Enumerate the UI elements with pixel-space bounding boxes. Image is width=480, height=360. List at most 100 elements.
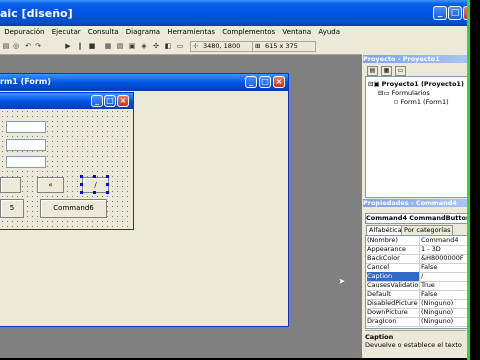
properties-icon[interactable]: ▤ <box>116 42 124 50</box>
main-window: aic [diseño] _ □ Depuración Ejecutar Con… <box>0 0 468 358</box>
maximize-button[interactable]: □ <box>448 6 462 20</box>
window-title: aic [diseño] <box>0 7 73 20</box>
properties-title: Propiedades - Command4 <box>363 199 468 207</box>
property-value[interactable]: (Ninguno) <box>421 308 467 317</box>
property-value[interactable]: False <box>421 290 467 299</box>
form1-maximize-button[interactable]: □ <box>104 95 116 107</box>
command5-button[interactable]: 5 <box>0 199 24 218</box>
form-designer-title-bar[interactable]: rm1 (Form) _ □ × <box>0 74 288 91</box>
stop-icon[interactable]: ■ <box>88 42 96 50</box>
tree-root[interactable]: ⊟▣ Proyecto1 (Proyecto1) <box>368 80 464 88</box>
property-name: DownPicture <box>367 308 420 317</box>
form-designer-maximize-button[interactable]: □ <box>259 76 271 88</box>
form-layout-icon[interactable]: ▣ <box>128 42 136 50</box>
property-name: Cancel <box>367 263 420 272</box>
property-value[interactable]: &H8000000F <box>421 254 467 263</box>
form1-window: _ □ × « / 5 Command6 <box>0 92 134 230</box>
description-title: Caption <box>365 333 394 341</box>
size-value: 615 x 375 <box>265 42 298 50</box>
property-value[interactable]: False <box>421 263 467 272</box>
text-box-2[interactable] <box>6 139 46 151</box>
minimize-button[interactable]: _ <box>433 6 447 20</box>
property-name: DragIcon <box>367 317 420 326</box>
selection-handle[interactable] <box>80 191 83 194</box>
property-value[interactable]: / <box>421 272 467 281</box>
form-designer-close-button[interactable]: × <box>273 76 285 88</box>
menu-ventana[interactable]: Ventana <box>282 26 311 38</box>
position-value: 3480, 1800 <box>203 42 241 50</box>
form1-close-button[interactable]: × <box>117 95 129 107</box>
property-value[interactable]: 1 - 3D <box>421 245 467 254</box>
text-box-1[interactable] <box>6 121 46 133</box>
command6-button[interactable]: Command6 <box>40 199 107 218</box>
redo-icon[interactable]: ↷ <box>34 42 42 50</box>
find-icon[interactable]: ◎ <box>12 42 20 50</box>
properties-panel: Propiedades - Command4 Command4 CommandB… <box>363 199 468 358</box>
object-browser-icon[interactable]: ◈ <box>140 42 148 50</box>
paste-icon[interactable]: ▤ <box>2 42 10 50</box>
size-icon: ⊞ <box>255 42 261 50</box>
toggle-folders-icon[interactable]: ▭ <box>395 66 406 76</box>
property-value[interactable]: (Ninguno) <box>421 299 467 308</box>
tab-por-categorias[interactable]: Por categorías <box>401 225 454 235</box>
property-name: CausesValidation <box>367 281 420 290</box>
property-name: DisabledPicture <box>367 299 420 308</box>
folder-icon: ⊟▭ <box>378 89 392 97</box>
project-explorer-panel: Proyecto - Proyecto1 ▤ ▦ ▭ ⊟▣ Proyecto1 … <box>363 55 468 198</box>
properties-grid: (Nombre) Command4 Appearance 1 - 3D BackColo… <box>365 235 468 329</box>
property-row[interactable]: DragIcon (Ninguno) <box>366 317 467 327</box>
form-designer-minimize-button[interactable]: _ <box>245 76 257 88</box>
mouse-cursor-icon: ➤ <box>338 277 346 287</box>
selection-handle[interactable] <box>106 191 109 194</box>
menu-consulta[interactable]: Consulta <box>88 26 119 38</box>
view-object-icon[interactable]: ▦ <box>381 66 392 76</box>
form1-design-surface[interactable]: « / 5 Command6 <box>0 109 131 227</box>
property-value[interactable]: Command4 <box>421 236 467 245</box>
menu-complementos[interactable]: Complementos <box>222 26 275 38</box>
component-manager-icon[interactable]: ▭ <box>176 42 184 50</box>
project-icon: ⊟▣ <box>368 80 382 88</box>
command-button-mid[interactable]: « <box>37 177 64 193</box>
property-name: Appearance <box>367 245 420 254</box>
property-value[interactable]: (Ninguno) <box>421 317 467 326</box>
data-view-icon[interactable]: ◧ <box>164 42 172 50</box>
selection-handle[interactable] <box>106 183 109 186</box>
selection-handle[interactable] <box>80 175 83 178</box>
title-bar[interactable]: aic [diseño] _ □ <box>0 0 468 26</box>
menu-ayuda[interactable]: Ayuda <box>318 26 340 38</box>
project-explorer-icon[interactable]: ▦ <box>104 42 112 50</box>
property-description: Caption Devuelve o establece el texto <box>365 330 466 358</box>
progress-line <box>467 0 470 360</box>
form1-title-bar[interactable]: _ □ × <box>0 93 133 109</box>
undo-icon[interactable]: ↶ <box>24 42 32 50</box>
position-icon: ⊹ <box>193 42 199 50</box>
tab-alfabetica[interactable]: Alfabética <box>366 225 405 235</box>
project-tree: ⊟▣ Proyecto1 (Proyecto1) ⊟▭ Formularios … <box>365 76 468 198</box>
property-value[interactable]: True <box>421 281 467 290</box>
pause-icon[interactable]: ‖ <box>76 42 84 50</box>
text-box-3[interactable] <box>6 156 46 168</box>
object-selector[interactable]: Command4 CommandButton <box>365 213 468 224</box>
menu-herramientas[interactable]: Herramientas <box>167 26 215 38</box>
selection-handle[interactable] <box>80 183 83 186</box>
view-code-icon[interactable]: ▤ <box>367 66 378 76</box>
property-name: (Nombre) <box>367 236 420 245</box>
project-explorer-title: Proyecto - Proyecto1 <box>363 55 468 63</box>
selection-handle[interactable] <box>93 191 96 194</box>
position-readout: ⊹ 3480, 1800 <box>190 41 254 52</box>
toolbox-icon[interactable]: ✣ <box>152 42 160 50</box>
run-icon[interactable]: ▶ <box>64 42 72 50</box>
form1-minimize-button[interactable]: _ <box>91 95 103 107</box>
selection-handle[interactable] <box>93 175 96 178</box>
selection-handle[interactable] <box>106 175 109 178</box>
size-readout: ⊞ 615 x 375 <box>252 41 316 52</box>
form-designer-title: rm1 (Form) <box>0 77 51 86</box>
tree-folder-formularios[interactable]: ⊟▭ Formularios <box>378 89 430 97</box>
menu-depuracion[interactable]: Depuración <box>4 26 44 38</box>
menu-ejecutar[interactable]: Ejecutar <box>52 26 81 38</box>
menu-diagrama[interactable]: Diagrama <box>126 26 160 38</box>
property-name: Default <box>367 290 420 299</box>
tree-item-form1[interactable]: ▫ Form1 (Form1) <box>394 98 449 106</box>
description-text: Devuelve o establece el texto <box>365 341 462 349</box>
command-button-left[interactable] <box>0 177 21 193</box>
